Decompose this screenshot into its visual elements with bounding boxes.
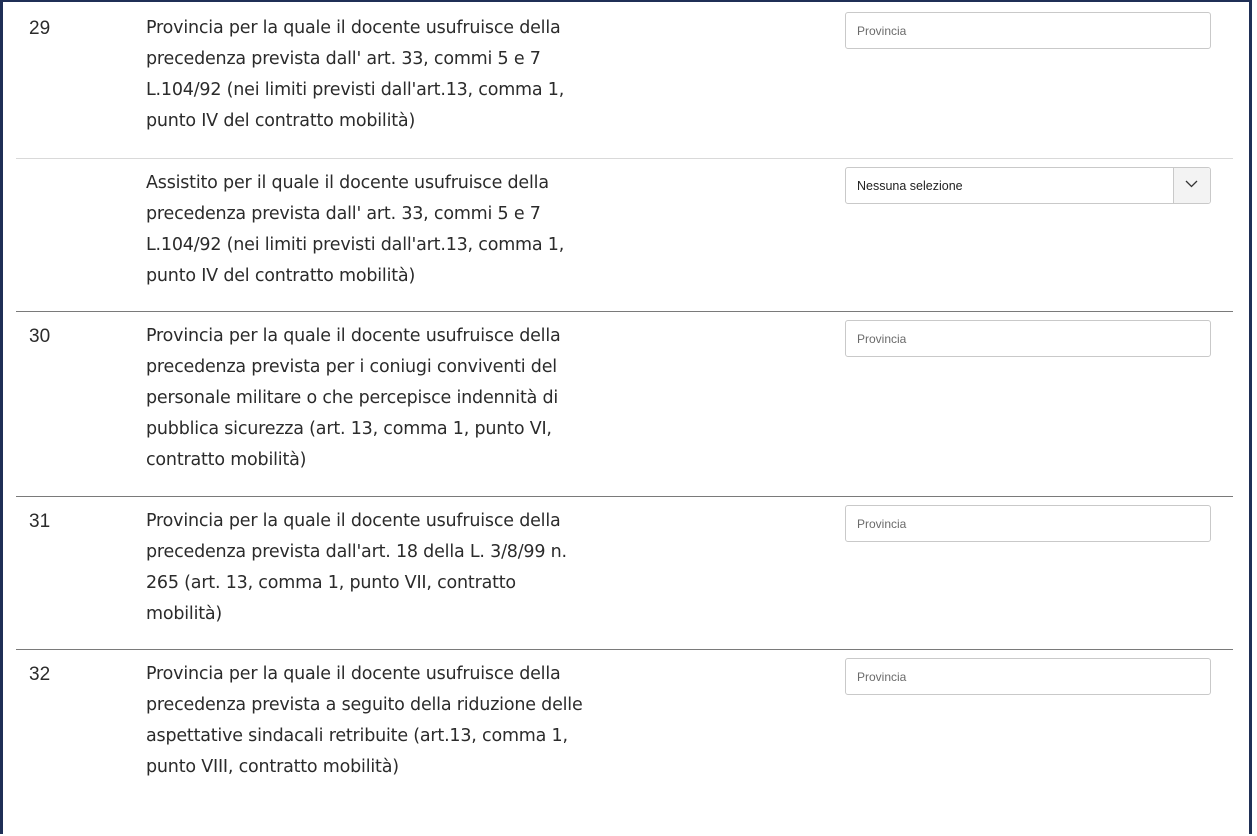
- dropdown-toggle[interactable]: [1173, 168, 1210, 203]
- select-value: Nessuna selezione: [857, 179, 963, 193]
- form-row-31: 31 Provincia per la quale il docente usu…: [16, 496, 1233, 651]
- row-number: 30: [29, 326, 51, 347]
- row-description: Assistito per il quale il docente usufru…: [146, 173, 565, 286]
- row-number: 32: [29, 664, 51, 685]
- form-row-29: 29 Provincia per la quale il docente usu…: [16, 4, 1233, 160]
- provincia-input-32[interactable]: [845, 658, 1211, 695]
- row-description: Provincia per la quale il docente usufru…: [146, 18, 565, 131]
- row-description: Provincia per la quale il docente usufru…: [146, 511, 567, 624]
- form-row-assistito: Assistito per il quale il docente usufru…: [16, 158, 1233, 313]
- provincia-input-29[interactable]: [845, 12, 1211, 49]
- chevron-down-icon: [1185, 180, 1198, 188]
- row-number: 31: [29, 511, 51, 532]
- form-row-30: 30 Provincia per la quale il docente usu…: [16, 311, 1233, 497]
- form-panel: 29 Provincia per la quale il docente usu…: [0, 0, 1252, 834]
- form-row-32: 32 Provincia per la quale il docente usu…: [16, 649, 1233, 834]
- assistito-select[interactable]: Nessuna selezione: [845, 167, 1211, 204]
- row-number: 29: [29, 18, 51, 39]
- row-description: Provincia per la quale il docente usufru…: [146, 326, 561, 470]
- provincia-input-30[interactable]: [845, 320, 1211, 357]
- provincia-input-31[interactable]: [845, 505, 1211, 542]
- row-description: Provincia per la quale il docente usufru…: [146, 664, 583, 777]
